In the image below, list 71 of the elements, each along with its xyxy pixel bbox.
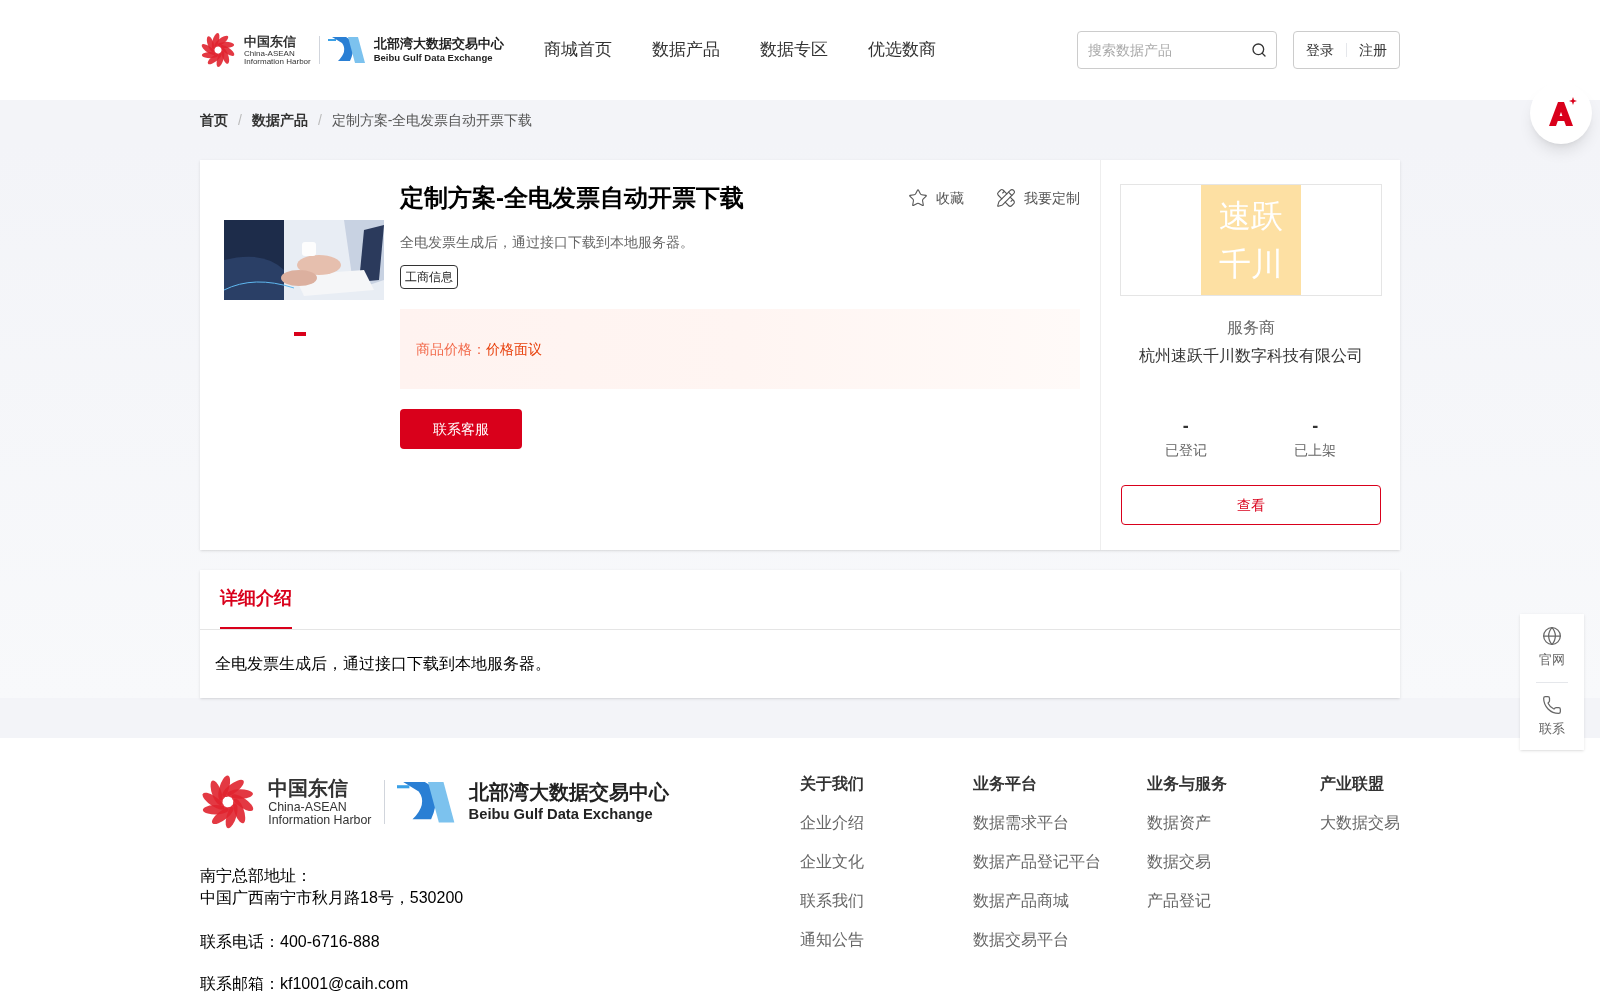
footer-link[interactable]: 数据资产 — [1146, 813, 1317, 833]
logo-text: 千川 — [1218, 245, 1283, 284]
footer-column-title: 关于我们 — [800, 774, 865, 794]
footer-link[interactable]: 数据需求平台 — [973, 813, 1144, 833]
pencil-ruler-icon — [996, 188, 1016, 208]
search-icon[interactable] — [1251, 42, 1267, 58]
product-description: 全电发票生成后，通过接口下载到本地服务器。 — [400, 233, 695, 252]
breadcrumb-separator: / — [238, 110, 242, 130]
stat-value: - — [1312, 416, 1319, 436]
auth-link[interactable]: 注册 — [1359, 39, 1387, 61]
footer-link[interactable]: 联系我们 — [800, 891, 970, 911]
footer-link[interactable]: 企业介绍 — [800, 813, 970, 833]
breadcrumb-current: 定制方案-全电发票自动开票下载 — [331, 110, 533, 130]
view-button[interactable]: 查看 — [1120, 485, 1381, 525]
footer-link[interactable]: 数据产品登记平台 — [973, 852, 1144, 872]
logo-name: 中国东信 — [244, 34, 297, 48]
breadcrumb-link[interactable]: 首页 — [200, 109, 228, 131]
footer-link[interactable]: 大数据交易 — [1320, 813, 1400, 833]
logo-subtitle: Information Harbor — [244, 57, 311, 66]
bx-logo-icon — [327, 35, 366, 65]
exchange-name: 北部湾大数据交易中心 — [373, 37, 504, 51]
exchange-subtitle: Beibu Gulf Data Exchange — [373, 53, 494, 63]
footer-link[interactable]: 数据产品商城 — [973, 891, 1144, 911]
customize-button[interactable]: 我要定制 — [996, 187, 1080, 209]
logo-text: 速跃 — [1218, 197, 1283, 236]
exchange-subtitle: Beibu Gulf Data Exchange — [468, 806, 654, 822]
side-panel-button[interactable]: 官网 — [1539, 626, 1565, 670]
footer-column-title: 业务平台 — [973, 774, 1039, 794]
stat-label: 已登记 — [1164, 441, 1207, 460]
footer-column-title: 业务与服务 — [1146, 774, 1228, 794]
star-icon — [908, 188, 928, 208]
flower-logo-icon — [200, 32, 236, 68]
email-text: 联系邮箱：kf1001@caih.com — [200, 973, 410, 994]
footer-link[interactable]: 企业文化 — [800, 852, 970, 872]
phone-icon — [1542, 694, 1562, 715]
logo-subtitle: China-ASEAN — [268, 801, 348, 814]
phone-text: 联系电话：400-6716-888 — [200, 931, 381, 952]
nav-link[interactable]: 优选数商 — [867, 37, 936, 63]
stat-label: 已上架 — [1294, 441, 1337, 460]
footer-column-title: 产业联盟 — [1320, 774, 1385, 794]
contact-service-button[interactable]: 联系客服 — [400, 409, 522, 449]
details-text: 全电发票生成后，通过接口下载到本地服务器。 — [214, 654, 552, 674]
footer-link[interactable]: 数据交易平台 — [973, 930, 1144, 950]
category-tag: 工商信息 — [400, 265, 458, 289]
logo-name: 中国东信 — [268, 777, 350, 798]
search-field[interactable]: 搜索数据产品 — [1077, 31, 1277, 69]
footer-link[interactable]: 数据交易 — [1146, 852, 1317, 872]
product-title: 定制方案-全电发票自动开票下载 — [400, 183, 744, 213]
breadcrumb-link[interactable]: 数据产品 — [251, 109, 308, 131]
logo-subtitle: China-ASEAN — [244, 49, 296, 58]
price-text: 商品价格：价格面议 — [416, 339, 542, 359]
nav-link[interactable]: 商城首页 — [543, 37, 612, 63]
address-label: 南宁总部地址： — [200, 865, 313, 886]
auth-link[interactable]: 登录 — [1306, 39, 1334, 61]
details-tab[interactable]: 详细介绍 — [220, 570, 292, 629]
provider-role: 服务商 — [1226, 318, 1275, 338]
provider-name: 杭州速跃千川数字科技有限公司 — [1138, 346, 1363, 366]
flower-logo-icon — [200, 774, 256, 830]
side-panel-button[interactable]: 联系 — [1539, 694, 1565, 738]
stat-value: - — [1182, 416, 1189, 436]
breadcrumb-separator: / — [317, 110, 322, 130]
globe-icon — [1542, 626, 1562, 646]
exchange-name: 北部湾大数据交易中心 — [468, 782, 669, 803]
nav-link[interactable]: 数据产品 — [651, 37, 720, 63]
address-text: 中国广西南宁市秋月路18号，530200 — [200, 887, 465, 908]
favorite-button[interactable]: 收藏 — [908, 187, 964, 209]
nav-link[interactable]: 数据专区 — [759, 37, 828, 63]
assistant-button[interactable] — [1530, 82, 1592, 144]
footer-link[interactable]: 产品登记 — [1146, 891, 1317, 911]
logo-subtitle: Information Harbor — [268, 813, 372, 826]
footer-link[interactable]: 通知公告 — [800, 930, 970, 950]
